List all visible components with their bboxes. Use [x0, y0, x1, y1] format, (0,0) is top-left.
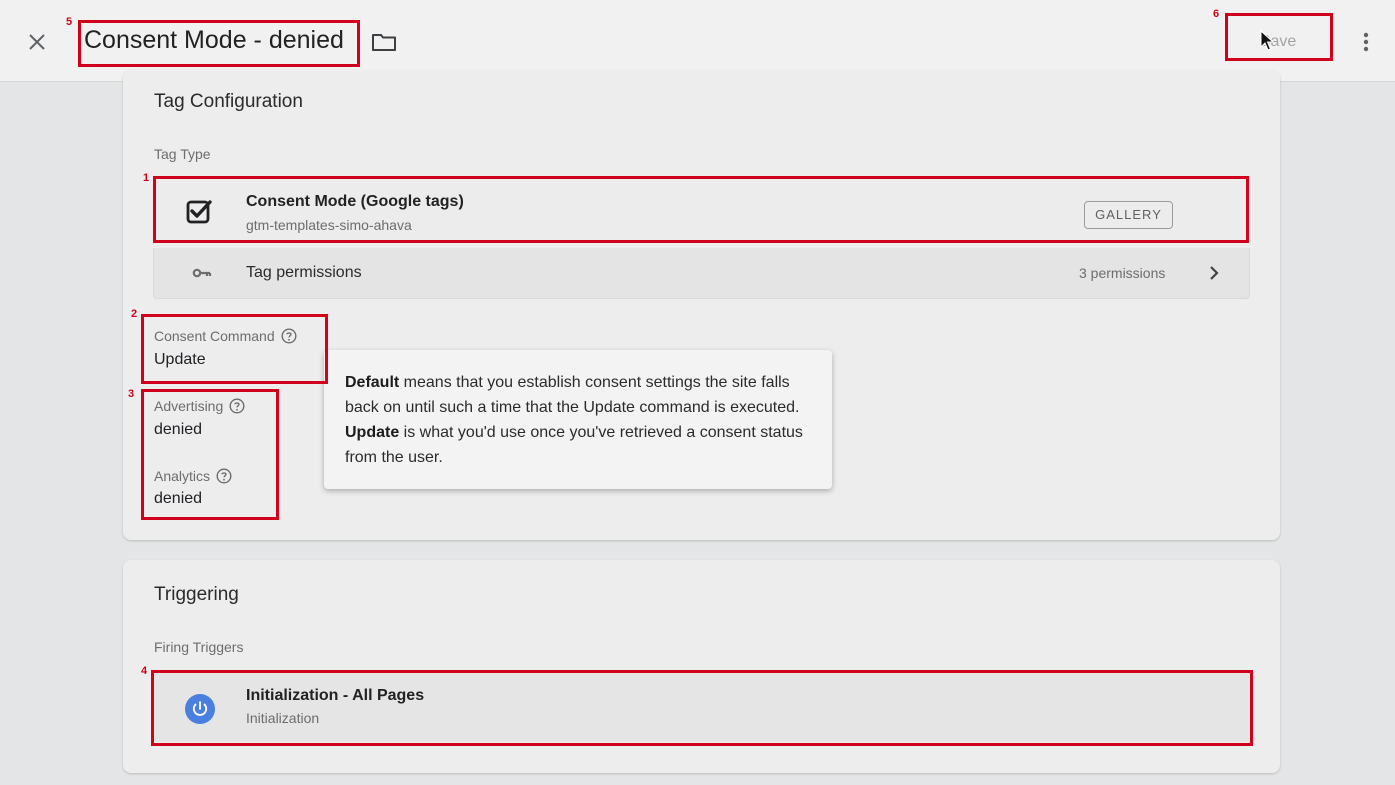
chevron-right-icon	[1210, 266, 1219, 280]
trigger-type: Initialization	[246, 710, 320, 726]
help-icon[interactable]	[281, 328, 297, 344]
help-icon[interactable]	[216, 468, 232, 484]
analytics-value[interactable]: denied	[154, 490, 202, 508]
power-icon	[185, 694, 215, 724]
tag-permissions-label: Tag permissions	[246, 264, 362, 281]
highlight-number: 2	[131, 308, 138, 320]
cursor-icon	[1260, 30, 1274, 51]
analytics-label: Analytics	[154, 468, 232, 484]
help-icon[interactable]	[229, 398, 245, 414]
triggering-title: Triggering	[154, 584, 239, 605]
key-icon	[192, 268, 212, 278]
tag-permissions-row[interactable]: Tag permissions 3 permissions	[153, 248, 1250, 299]
trigger-name: Initialization - All Pages	[246, 687, 425, 704]
close-icon[interactable]	[25, 30, 49, 54]
trigger-row[interactable]: Initialization - All Pages Initializatio…	[155, 672, 1250, 742]
tag-title[interactable]: Consent Mode - denied	[84, 26, 344, 55]
more-vert-icon[interactable]	[1355, 28, 1377, 56]
tag-type-label: Tag Type	[154, 146, 211, 162]
consent-command-value[interactable]: Update	[154, 351, 206, 369]
save-button[interactable]: Save	[1232, 28, 1324, 56]
permissions-count: 3 permissions	[1079, 265, 1166, 281]
tag-type-name: Consent Mode (Google tags)	[246, 193, 464, 210]
highlight-number: 5	[66, 16, 73, 28]
tag-configuration-title: Tag Configuration	[154, 91, 303, 112]
consent-command-tooltip: Default means that you establish consent…	[324, 350, 832, 489]
highlight-number: 4	[141, 665, 148, 677]
highlight-number: 3	[128, 388, 135, 400]
checkbox-icon	[186, 200, 212, 224]
advertising-label: Advertising	[154, 398, 245, 414]
highlight-number: 6	[1213, 8, 1220, 20]
tag-type-row[interactable]: Consent Mode (Google tags) gtm-templates…	[155, 177, 1248, 241]
firing-triggers-label: Firing Triggers	[154, 639, 244, 655]
consent-command-label: Consent Command	[154, 328, 297, 344]
tag-type-source: gtm-templates-simo-ahava	[246, 217, 412, 233]
gallery-badge[interactable]: GALLERY	[1084, 201, 1173, 229]
highlight-number: 1	[143, 172, 150, 184]
advertising-value[interactable]: denied	[154, 421, 202, 439]
folder-icon[interactable]	[370, 30, 398, 54]
